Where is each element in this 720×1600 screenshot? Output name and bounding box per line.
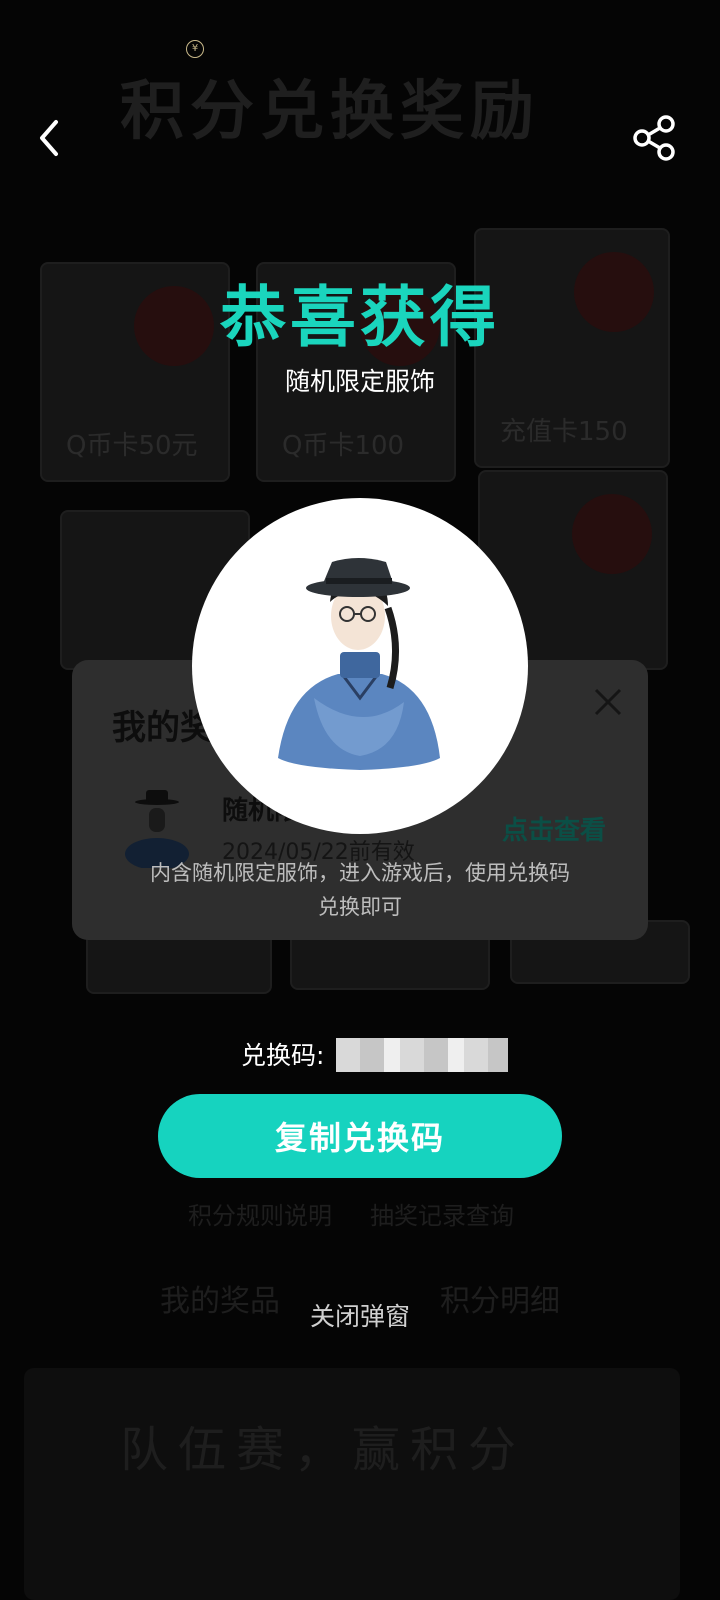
close-popup-button[interactable]: 关闭弹窗 bbox=[0, 1297, 720, 1333]
prize-name: 随机限定服饰 bbox=[284, 367, 435, 396]
background-link: 积分规则说明 bbox=[188, 1202, 332, 1230]
background-card-label: Q币卡50元 bbox=[66, 431, 198, 461]
close-icon bbox=[594, 688, 622, 716]
reward-description-line: 内含随机限定服饰，进入游戏后，使用兑换码 bbox=[150, 861, 570, 885]
screen: 积分兑换奖励 ¥ Q币卡50元 Q币卡100 充值卡150 积分规则说明 抽奖记… bbox=[0, 0, 720, 1600]
back-button[interactable] bbox=[30, 114, 70, 162]
chevron-left-icon bbox=[40, 120, 58, 156]
share-button[interactable] bbox=[628, 112, 680, 164]
view-reward-link[interactable]: 点击查看 bbox=[502, 810, 606, 847]
background-bottom-panel bbox=[24, 1368, 680, 1600]
prize-avatar bbox=[192, 498, 528, 834]
redeem-code-row: 兑换码: •••••••••• bbox=[0, 1036, 720, 1076]
background-link: 抽奖记录查询 bbox=[370, 1202, 514, 1230]
stamp-icon bbox=[572, 494, 652, 574]
background-bottom-title: 队伍赛，赢积分 bbox=[120, 1422, 527, 1478]
reward-description-line: 兑换即可 bbox=[318, 895, 402, 919]
background-card-label: 充值卡150 bbox=[500, 417, 628, 447]
background-card-label: Q币卡100 bbox=[282, 431, 405, 461]
redeem-code-value: •••••••••• bbox=[336, 1038, 508, 1072]
share-icon bbox=[633, 115, 675, 161]
reward-description: 内含随机限定服饰，进入游戏后，使用兑换码 兑换即可 bbox=[0, 856, 720, 924]
coin-icon: ¥ bbox=[186, 40, 204, 58]
copy-code-button[interactable]: 复制兑换码 bbox=[158, 1094, 562, 1178]
popup-title: 恭喜获得 bbox=[220, 279, 500, 356]
redeem-code-label: 兑换码: bbox=[241, 1041, 325, 1070]
reward-card-close-button[interactable] bbox=[592, 686, 624, 718]
character-avatar-icon bbox=[278, 558, 440, 770]
background-header-title: 积分兑换奖励 bbox=[120, 74, 540, 149]
